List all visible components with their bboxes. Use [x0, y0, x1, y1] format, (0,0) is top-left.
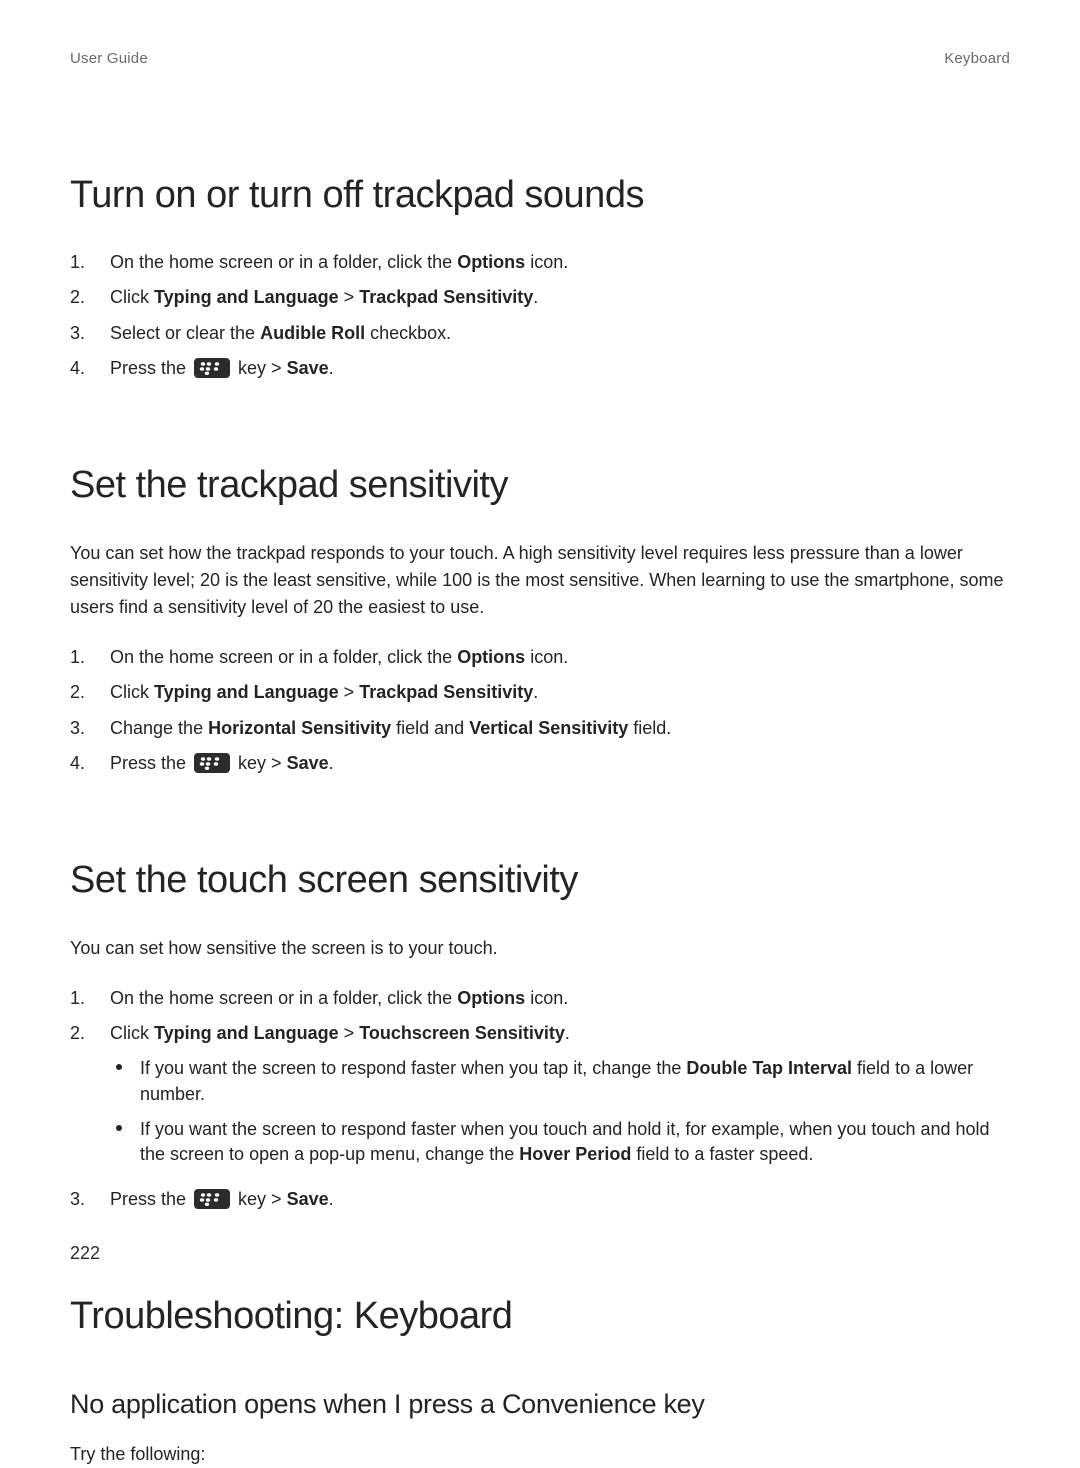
blackberry-key-icon	[194, 1189, 230, 1209]
section-heading: Troubleshooting: Keyboard	[70, 1290, 1010, 1343]
step-item: Press the key > Save.	[70, 1187, 1010, 1222]
subsection-heading: No application opens when I press a Conv…	[70, 1386, 1010, 1424]
steps-list: On the home screen or in a folder, click…	[70, 250, 1010, 391]
section-intro: You can set how the trackpad responds to…	[70, 540, 1010, 621]
section-heading: Set the touch screen sensitivity	[70, 854, 1010, 907]
steps-list: On the home screen or in a folder, click…	[70, 645, 1010, 786]
subsection-text: Try the following:	[70, 1441, 1010, 1468]
step-item: Press the key > Save.	[70, 751, 1010, 786]
bullet-item: If you want the screen to respond faster…	[110, 1117, 1010, 1177]
page-number: 222	[70, 1241, 100, 1266]
bullet-list: If you want the screen to respond faster…	[110, 1056, 1010, 1177]
section-heading: Turn on or turn off trackpad sounds	[70, 169, 1010, 222]
step-item: On the home screen or in a folder, click…	[70, 645, 1010, 680]
step-item: On the home screen or in a folder, click…	[70, 986, 1010, 1021]
blackberry-key-icon	[194, 358, 230, 378]
section-intro: You can set how sensitive the screen is …	[70, 935, 1010, 962]
bullet-item: If you want the screen to respond faster…	[110, 1056, 1010, 1116]
steps-list: On the home screen or in a folder, click…	[70, 986, 1010, 1222]
step-item: Press the key > Save.	[70, 356, 1010, 391]
blackberry-key-icon	[194, 753, 230, 773]
step-item: Click Typing and Language > Trackpad Sen…	[70, 285, 1010, 320]
step-item: Click Typing and Language > Touchscreen …	[70, 1021, 1010, 1187]
step-item: Click Typing and Language > Trackpad Sen…	[70, 680, 1010, 715]
header-right: Keyboard	[944, 48, 1010, 69]
step-item: On the home screen or in a folder, click…	[70, 250, 1010, 285]
header-left: User Guide	[70, 48, 148, 69]
section-heading: Set the trackpad sensitivity	[70, 459, 1010, 512]
step-item: Change the Horizontal Sensitivity field …	[70, 716, 1010, 751]
step-item: Select or clear the Audible Roll checkbo…	[70, 321, 1010, 356]
